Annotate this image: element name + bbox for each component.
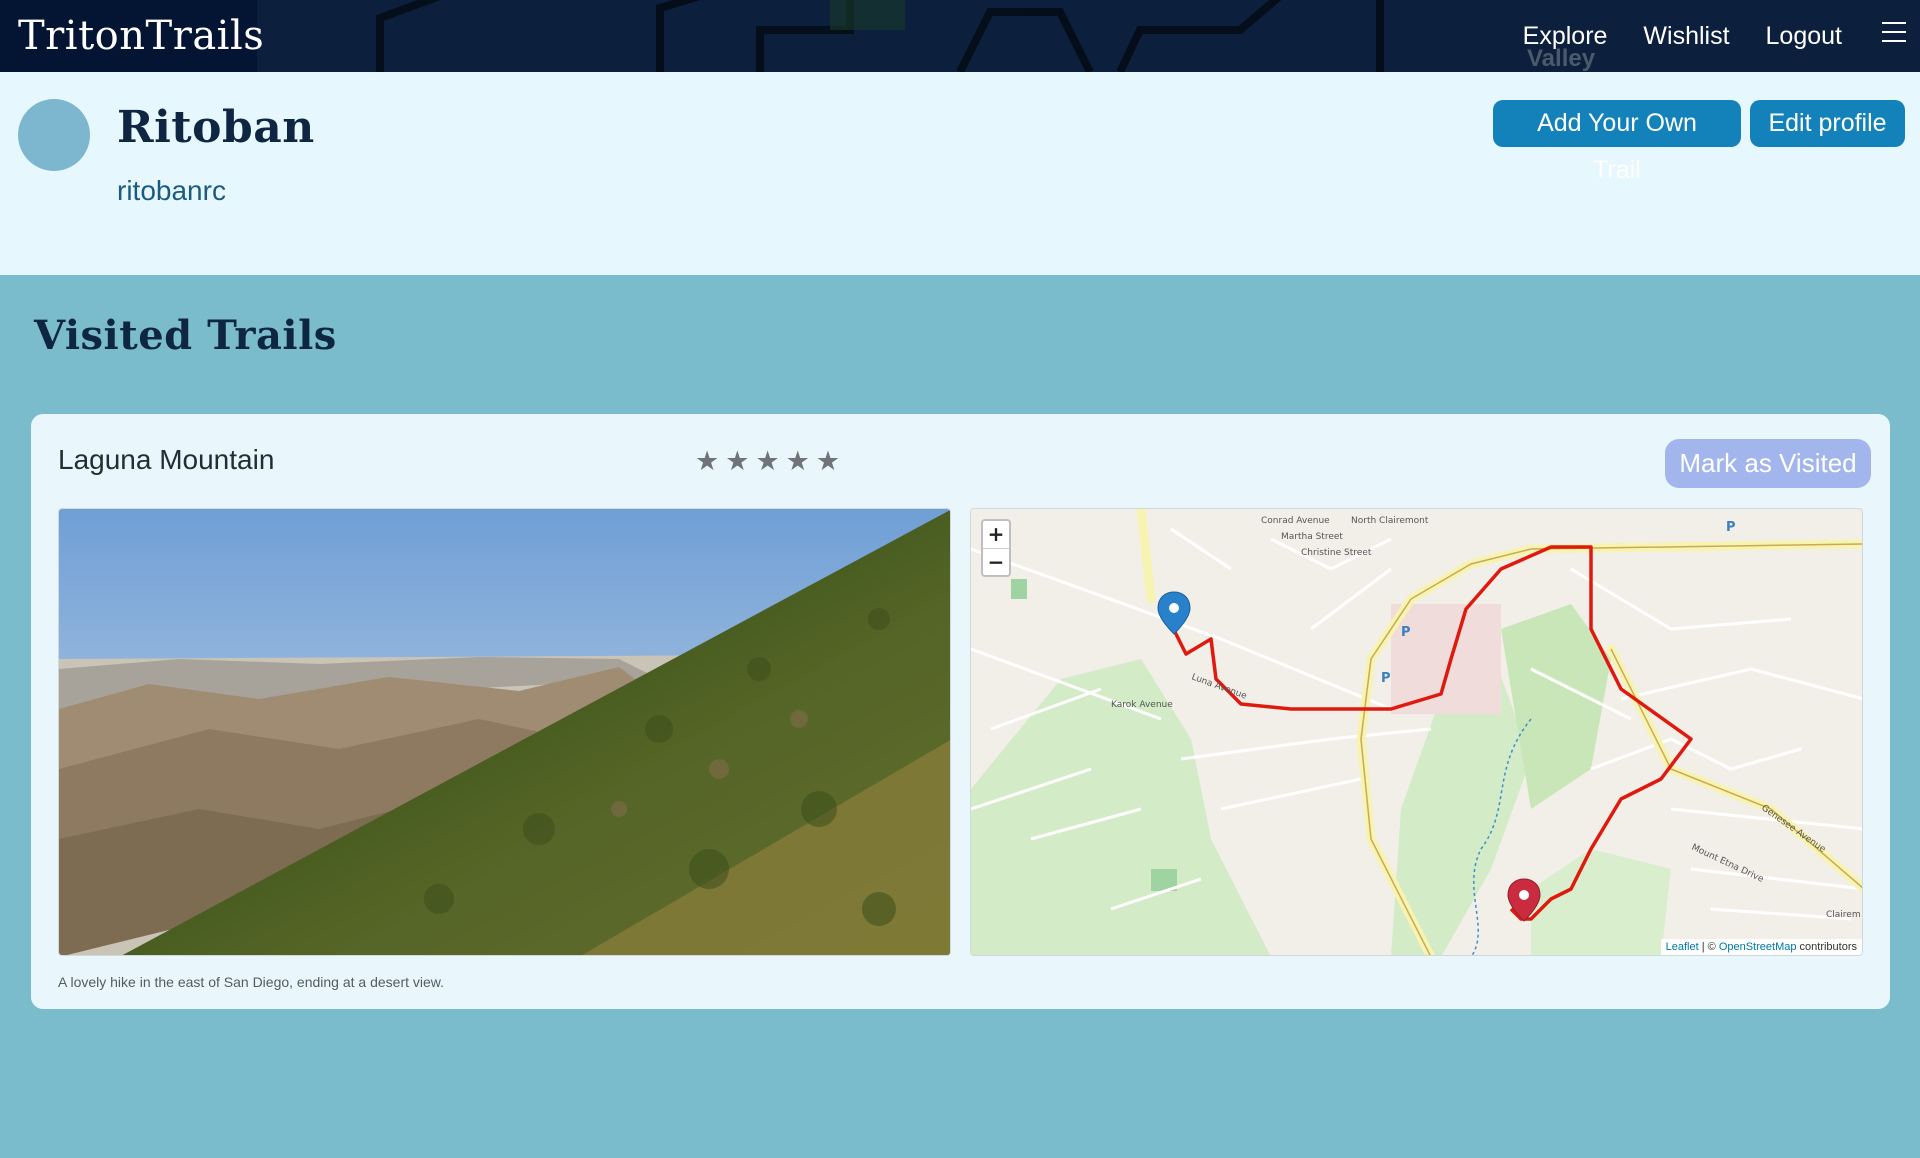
star-rating[interactable]: ★ ★ ★ ★ ★ (695, 446, 840, 477)
avatar (18, 99, 90, 171)
map-attribution: Leaflet | © OpenStreetMap contributors (1660, 939, 1862, 955)
hamburger-icon[interactable] (1882, 22, 1906, 46)
star-icon[interactable]: ★ (816, 446, 840, 477)
nav-wishlist-link[interactable]: Wishlist (1643, 22, 1729, 51)
profile-name: Ritoban (117, 102, 315, 153)
map-zoom-control: + − (981, 519, 1011, 577)
brand-logo[interactable]: TritonTrails (0, 0, 264, 72)
map-label: North Clairemont (1351, 516, 1429, 526)
profile-username: ritobanrc (117, 175, 226, 206)
zoom-out-button[interactable]: − (983, 548, 1009, 575)
nav-explore-link[interactable]: Explore (1523, 22, 1608, 51)
edit-profile-button[interactable]: Edit profile (1750, 100, 1905, 147)
map-tiles[interactable]: North Clairemont Conrad Avenue Martha St… (971, 509, 1863, 956)
nav-logout-link[interactable]: Logout (1766, 22, 1842, 51)
profile-header: Ritoban ritobanrc Add Your Own Trail Edi… (0, 72, 1920, 275)
trail-map[interactable]: North Clairemont Conrad Avenue Martha St… (970, 508, 1863, 956)
zoom-in-button[interactable]: + (983, 521, 1009, 548)
mountain-landscape-image (59, 509, 950, 955)
attribution-separator: | © (1698, 941, 1719, 953)
mark-visited-button[interactable]: Mark as Visited (1665, 439, 1871, 488)
trail-description: A lovely hike in the east of San Diego, … (58, 974, 445, 990)
trail-photo (58, 508, 951, 956)
leaflet-link[interactable]: Leaflet (1666, 941, 1699, 953)
map-label: Conrad Avenue (1261, 516, 1330, 526)
star-icon[interactable]: ★ (695, 446, 719, 477)
map-label: Christine Street (1301, 548, 1372, 558)
star-icon[interactable]: ★ (786, 446, 810, 477)
attribution-contributors: contributors (1796, 941, 1857, 953)
navbar: Valley TritonTrails Explore Wishlist Log… (0, 0, 1920, 72)
svg-text:P: P (1726, 520, 1736, 535)
nav-links: Explore Wishlist Logout (1523, 0, 1842, 72)
star-icon[interactable]: ★ (755, 446, 779, 477)
svg-text:P: P (1381, 671, 1391, 686)
add-trail-button[interactable]: Add Your Own Trail (1493, 100, 1741, 184)
map-label: Martha Street (1281, 532, 1343, 542)
svg-text:P: P (1401, 625, 1411, 640)
section-title: Visited Trails (34, 312, 337, 359)
map-label: Karok Avenue (1111, 700, 1173, 710)
map-label: Clairem (1826, 910, 1861, 920)
trail-name: Laguna Mountain (58, 444, 275, 475)
osm-link[interactable]: OpenStreetMap (1719, 941, 1797, 953)
star-icon[interactable]: ★ (725, 446, 749, 477)
trail-card: Laguna Mountain ★ ★ ★ ★ ★ Mark as Visite… (31, 414, 1890, 1009)
